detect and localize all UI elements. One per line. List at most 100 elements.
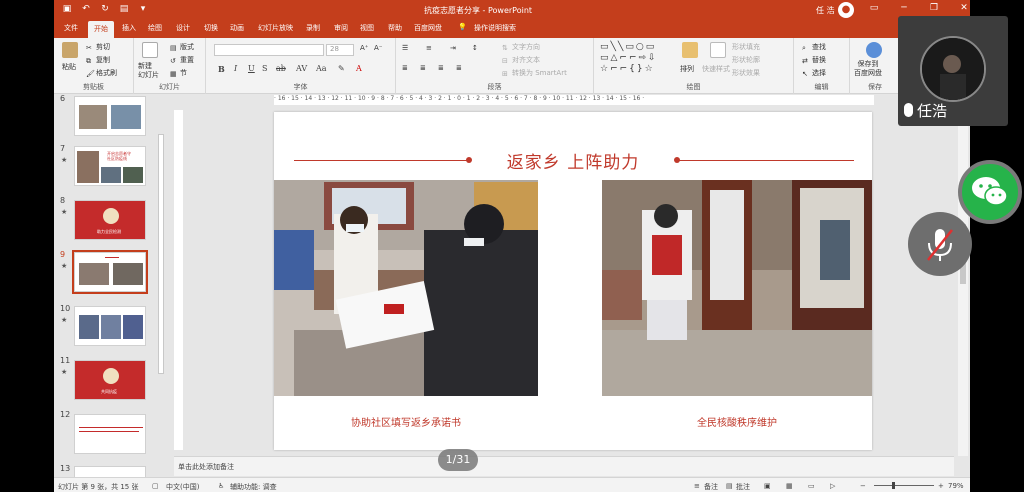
comments-button[interactable]: 批注 [736, 482, 750, 492]
notes-placeholder[interactable]: 单击此处添加备注 [178, 462, 234, 472]
user-name[interactable]: 任 浩 [816, 5, 835, 16]
indent-icon[interactable]: ⇥ [450, 44, 456, 52]
bold-icon[interactable]: B [218, 64, 225, 74]
maximize-icon[interactable]: ❐ [926, 3, 942, 13]
align-right-icon[interactable]: ≣ [438, 64, 444, 72]
new-slide-icon[interactable] [142, 42, 158, 58]
shape-outline-button[interactable]: 形状轮廓 [732, 55, 760, 65]
quick-styles-icon[interactable] [710, 42, 726, 58]
zoom-level[interactable]: 79% [948, 482, 964, 490]
mic-muted-icon[interactable] [908, 212, 972, 276]
thumbnail-slide-6[interactable] [74, 96, 146, 136]
redo-icon[interactable]: ↻ [100, 4, 110, 14]
normal-view-icon[interactable]: ▣ [764, 482, 771, 490]
layout-button[interactable]: ▤ 版式 [170, 42, 194, 52]
undo-icon[interactable]: ↶ [81, 4, 91, 14]
new-slide-button[interactable]: 新建 幻灯片 [138, 62, 159, 80]
slide-scrollbar[interactable] [958, 104, 968, 456]
convert-smartart-button[interactable]: ⊞ 转换为 SmartArt [502, 68, 567, 78]
tab-help[interactable]: 帮助 [388, 23, 402, 33]
current-slide[interactable]: 返家乡 上阵助力 协助社区填写返乡承诺书 全民核酸秩序维护 [274, 112, 872, 450]
align-left-icon[interactable]: ≣ [402, 64, 408, 72]
thumbnail-scrollbar[interactable] [158, 134, 164, 374]
thumbnail-slide-7[interactable]: 开启志愿者守 社区防疫线 [74, 146, 146, 186]
thumbnail-slide-10[interactable] [74, 306, 146, 346]
notes-button[interactable]: 备注 [704, 482, 718, 492]
shrink-font-icon[interactable]: A⁻ [374, 44, 382, 52]
paste-button[interactable]: 粘贴 [62, 62, 76, 72]
tab-baidu[interactable]: 百度网盘 [414, 23, 442, 33]
strikethrough-icon[interactable]: ab [276, 64, 286, 73]
replace-button[interactable]: ⇄ 替换 [802, 55, 826, 65]
bullets-icon[interactable]: ☰ [402, 44, 408, 52]
grow-font-icon[interactable]: A⁺ [360, 44, 368, 52]
tab-home[interactable]: 开始 [88, 21, 114, 38]
photo-right[interactable] [602, 180, 872, 396]
person-icon[interactable]: ● [838, 2, 854, 18]
tab-record[interactable]: 录制 [306, 23, 320, 33]
numbering-icon[interactable]: ≡ [426, 44, 432, 52]
tab-insert[interactable]: 插入 [122, 23, 136, 33]
select-button[interactable]: ↖ 选择 [802, 68, 826, 78]
notes-pane[interactable]: 单击此处添加备注 [174, 456, 954, 476]
shadow-icon[interactable]: S [262, 64, 267, 73]
accessibility-icon[interactable]: ♿ [218, 482, 224, 490]
zoom-slider[interactable] [874, 485, 934, 486]
participant-video-tile[interactable]: 任浩 [898, 16, 1008, 126]
tab-animations[interactable]: 动画 [230, 23, 244, 33]
save-to-baidu-button[interactable]: 保存到 百度网盘 [854, 60, 882, 78]
format-painter-button[interactable]: 🖌格式刷 [86, 68, 117, 78]
zoom-in-icon[interactable]: + [938, 482, 944, 490]
reset-button[interactable]: ↺ 重置 [170, 55, 194, 65]
tab-draw[interactable]: 绘图 [148, 23, 162, 33]
cut-button[interactable]: ✂ 剪切 [86, 42, 110, 52]
zoom-out-icon[interactable]: − [860, 482, 866, 490]
thumbnail-slide-11[interactable]: 共同抗疫 [74, 360, 146, 400]
line-spacing-icon[interactable]: ↕ [472, 44, 478, 52]
comments-icon[interactable]: ▤ [726, 482, 733, 490]
sorter-view-icon[interactable]: ▦ [786, 482, 793, 490]
text-direction-button[interactable]: ⇅ 文字方向 [502, 42, 540, 52]
copy-button[interactable]: ⧉ 复制 [86, 55, 110, 65]
tab-design[interactable]: 设计 [176, 23, 190, 33]
tab-view[interactable]: 视图 [360, 23, 374, 33]
align-text-button[interactable]: ⊟ 对齐文本 [502, 55, 540, 65]
close-icon[interactable]: ✕ [956, 3, 970, 13]
shape-effects-button[interactable]: 形状效果 [732, 68, 760, 78]
customize-qa-icon[interactable]: ▾ [138, 4, 148, 14]
notes-icon[interactable]: ≡ [694, 482, 700, 490]
caption-right[interactable]: 全民核酸秩序维护 [602, 414, 872, 429]
shapes-gallery-row3[interactable]: ☆⌐⌐{}☆ [600, 64, 655, 74]
align-center-icon[interactable]: ≣ [420, 64, 426, 72]
paste-icon[interactable] [62, 42, 78, 58]
shape-fill-button[interactable]: 形状填充 [732, 42, 760, 52]
zoom-slider-knob[interactable] [892, 482, 895, 489]
tell-me-search[interactable]: 操作说明搜索 [474, 23, 516, 33]
font-size-select[interactable]: 28 [326, 44, 354, 56]
slideshow-view-icon[interactable]: ▷ [830, 482, 835, 490]
quick-styles-button[interactable]: 快速样式 [702, 64, 730, 74]
thumbnail-slide-12[interactable] [74, 414, 146, 454]
accessibility-status[interactable]: 辅助功能: 调查 [230, 482, 277, 492]
find-button[interactable]: ⌕ 查找 [802, 42, 826, 52]
thumbnail-slide-8[interactable]: 助力全民检测 [74, 200, 146, 240]
ribbon-display-icon[interactable]: ▭ [866, 3, 882, 13]
arrange-button[interactable]: 排列 [680, 64, 694, 74]
tab-slideshow[interactable]: 幻灯片放映 [258, 23, 293, 33]
underline-icon[interactable]: U [248, 64, 255, 73]
thumbnail-slide-9[interactable] [72, 250, 148, 294]
minimize-icon[interactable]: ─ [896, 3, 912, 13]
arrange-icon[interactable] [682, 42, 698, 58]
spellcheck-icon[interactable]: ▢ [152, 482, 159, 490]
char-spacing-icon[interactable]: AV [296, 64, 307, 73]
present-icon[interactable]: ▤ [119, 4, 129, 14]
highlight-icon[interactable]: ✎ [338, 64, 345, 73]
font-color-icon[interactable]: A [356, 64, 362, 73]
photo-left[interactable] [274, 180, 538, 396]
save-icon[interactable]: ▣ [62, 4, 72, 14]
change-case-icon[interactable]: Aa [316, 64, 327, 73]
justify-icon[interactable]: ≣ [456, 64, 462, 72]
tab-file[interactable]: 文件 [64, 23, 78, 33]
tab-transitions[interactable]: 切换 [204, 23, 218, 33]
reading-view-icon[interactable]: ▭ [808, 482, 815, 490]
